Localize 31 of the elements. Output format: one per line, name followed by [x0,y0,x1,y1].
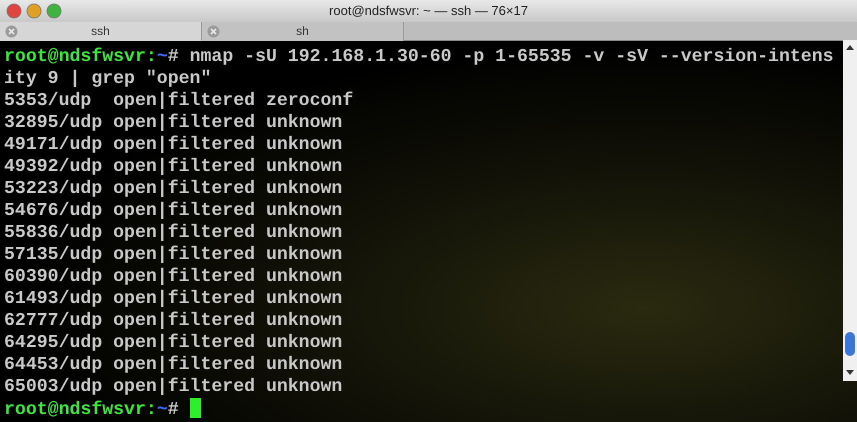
output-line: 64453/udp open|filtered unknown [4,354,344,376]
output-line: ity 9 | grep "open" [4,68,212,90]
window-title: root@ndsfwsvr: ~ — ssh — 76×17 [329,2,528,20]
close-button[interactable] [6,3,22,19]
prompt-text: root@ndsfwsvr: [4,400,157,420]
output-line: 5353/udp open|filtered zeroconf [4,90,354,112]
prompt-symbol: # [168,47,179,67]
tab[interactable]: sh [202,22,404,41]
output-line: 49392/udp open|filtered unknown [4,156,344,178]
close-icon[interactable] [5,25,18,38]
output-line: 54676/udp open|filtered unknown [4,200,344,222]
output-line: 64295/udp open|filtered unknown [4,332,344,354]
output-line: 61493/udp open|filtered unknown [4,288,344,310]
path-text: ~ [156,400,168,420]
output-line: 32895/udp open|filtered unknown [4,112,344,134]
prompt-symbol: # [168,400,179,420]
output-line: 65003/udp open|filtered unknown [4,376,344,398]
minimize-button[interactable] [26,3,42,19]
close-icon[interactable] [207,25,220,38]
command-text: nmap -sU 192.168.1.30-60 -p 1-65535 -v -sV --version-intens [190,47,834,67]
output-line: 49171/udp open|filtered unknown [4,134,344,156]
prompt-text: root@ndsfwsvr: [4,47,157,67]
tab[interactable]: ssh [0,22,202,41]
output-line: 53223/udp open|filtered unknown [4,178,344,200]
path-text: ~ [156,47,168,67]
output-line: 60390/udp open|filtered unknown [4,266,344,288]
output-line: 57135/udp open|filtered unknown [4,244,344,266]
output-line: 55836/udp open|filtered unknown [4,222,344,244]
output-line: 62777/udp open|filtered unknown [4,310,344,332]
scrollbar-drawing[interactable] [843,40,857,381]
zoom-button[interactable] [46,3,62,19]
